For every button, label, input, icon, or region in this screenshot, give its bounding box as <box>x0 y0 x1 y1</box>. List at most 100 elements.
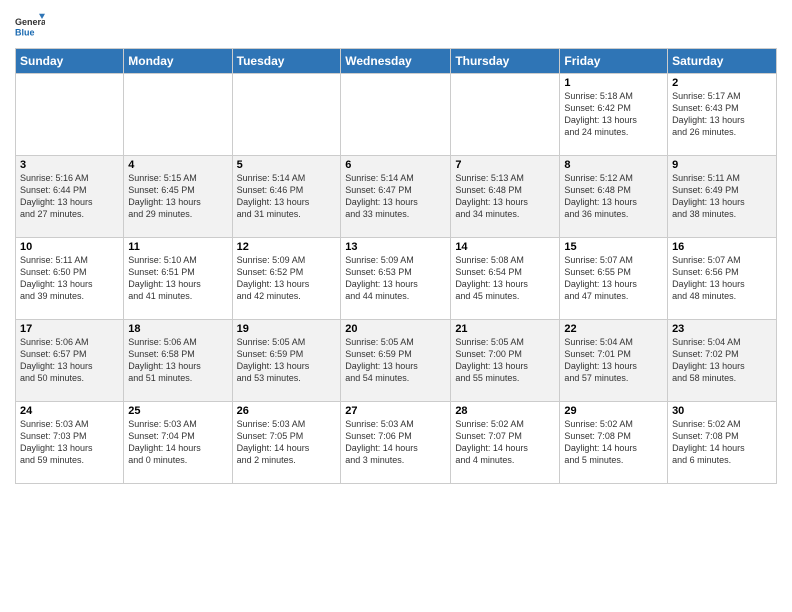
weekday-row: SundayMondayTuesdayWednesdayThursdayFrid… <box>16 49 777 74</box>
calendar-cell: 25Sunrise: 5:03 AM Sunset: 7:04 PM Dayli… <box>124 402 232 484</box>
calendar-cell: 4Sunrise: 5:15 AM Sunset: 6:45 PM Daylig… <box>124 156 232 238</box>
day-info: Sunrise: 5:03 AM Sunset: 7:06 PM Dayligh… <box>345 418 446 467</box>
day-number: 20 <box>345 323 446 335</box>
calendar-cell: 6Sunrise: 5:14 AM Sunset: 6:47 PM Daylig… <box>341 156 451 238</box>
day-number: 26 <box>237 405 337 417</box>
calendar-cell: 24Sunrise: 5:03 AM Sunset: 7:03 PM Dayli… <box>16 402 124 484</box>
calendar-cell: 30Sunrise: 5:02 AM Sunset: 7:08 PM Dayli… <box>668 402 777 484</box>
day-info: Sunrise: 5:18 AM Sunset: 6:42 PM Dayligh… <box>564 90 663 139</box>
day-info: Sunrise: 5:05 AM Sunset: 7:00 PM Dayligh… <box>455 336 555 385</box>
day-info: Sunrise: 5:02 AM Sunset: 7:08 PM Dayligh… <box>672 418 772 467</box>
day-number: 15 <box>564 241 663 253</box>
day-number: 11 <box>128 241 227 253</box>
calendar-cell: 15Sunrise: 5:07 AM Sunset: 6:55 PM Dayli… <box>560 238 668 320</box>
day-number: 25 <box>128 405 227 417</box>
calendar-cell <box>16 74 124 156</box>
calendar-cell: 20Sunrise: 5:05 AM Sunset: 6:59 PM Dayli… <box>341 320 451 402</box>
day-info: Sunrise: 5:07 AM Sunset: 6:56 PM Dayligh… <box>672 254 772 303</box>
calendar-cell: 2Sunrise: 5:17 AM Sunset: 6:43 PM Daylig… <box>668 74 777 156</box>
logo: General Blue <box>15 10 49 40</box>
day-number: 13 <box>345 241 446 253</box>
calendar-cell: 10Sunrise: 5:11 AM Sunset: 6:50 PM Dayli… <box>16 238 124 320</box>
calendar-cell <box>451 74 560 156</box>
calendar-cell: 22Sunrise: 5:04 AM Sunset: 7:01 PM Dayli… <box>560 320 668 402</box>
day-info: Sunrise: 5:04 AM Sunset: 7:02 PM Dayligh… <box>672 336 772 385</box>
day-info: Sunrise: 5:10 AM Sunset: 6:51 PM Dayligh… <box>128 254 227 303</box>
day-info: Sunrise: 5:11 AM Sunset: 6:50 PM Dayligh… <box>20 254 119 303</box>
day-info: Sunrise: 5:05 AM Sunset: 6:59 PM Dayligh… <box>345 336 446 385</box>
day-info: Sunrise: 5:09 AM Sunset: 6:53 PM Dayligh… <box>345 254 446 303</box>
calendar-cell: 18Sunrise: 5:06 AM Sunset: 6:58 PM Dayli… <box>124 320 232 402</box>
day-number: 10 <box>20 241 119 253</box>
calendar-cell: 1Sunrise: 5:18 AM Sunset: 6:42 PM Daylig… <box>560 74 668 156</box>
weekday-header: Thursday <box>451 49 560 74</box>
day-number: 6 <box>345 159 446 171</box>
weekday-header: Tuesday <box>232 49 341 74</box>
weekday-header: Friday <box>560 49 668 74</box>
day-info: Sunrise: 5:03 AM Sunset: 7:04 PM Dayligh… <box>128 418 227 467</box>
calendar-cell: 21Sunrise: 5:05 AM Sunset: 7:00 PM Dayli… <box>451 320 560 402</box>
day-info: Sunrise: 5:17 AM Sunset: 6:43 PM Dayligh… <box>672 90 772 139</box>
calendar-cell <box>232 74 341 156</box>
day-number: 2 <box>672 77 772 89</box>
day-number: 17 <box>20 323 119 335</box>
calendar-cell: 8Sunrise: 5:12 AM Sunset: 6:48 PM Daylig… <box>560 156 668 238</box>
day-number: 9 <box>672 159 772 171</box>
day-number: 23 <box>672 323 772 335</box>
calendar-cell: 19Sunrise: 5:05 AM Sunset: 6:59 PM Dayli… <box>232 320 341 402</box>
day-number: 4 <box>128 159 227 171</box>
day-info: Sunrise: 5:08 AM Sunset: 6:54 PM Dayligh… <box>455 254 555 303</box>
day-info: Sunrise: 5:02 AM Sunset: 7:07 PM Dayligh… <box>455 418 555 467</box>
day-info: Sunrise: 5:14 AM Sunset: 6:46 PM Dayligh… <box>237 172 337 221</box>
calendar-cell <box>124 74 232 156</box>
day-info: Sunrise: 5:13 AM Sunset: 6:48 PM Dayligh… <box>455 172 555 221</box>
day-number: 3 <box>20 159 119 171</box>
day-info: Sunrise: 5:03 AM Sunset: 7:05 PM Dayligh… <box>237 418 337 467</box>
svg-text:General: General <box>15 17 45 27</box>
week-row: 24Sunrise: 5:03 AM Sunset: 7:03 PM Dayli… <box>16 402 777 484</box>
day-number: 27 <box>345 405 446 417</box>
calendar-cell: 5Sunrise: 5:14 AM Sunset: 6:46 PM Daylig… <box>232 156 341 238</box>
week-row: 3Sunrise: 5:16 AM Sunset: 6:44 PM Daylig… <box>16 156 777 238</box>
calendar-cell: 17Sunrise: 5:06 AM Sunset: 6:57 PM Dayli… <box>16 320 124 402</box>
day-info: Sunrise: 5:09 AM Sunset: 6:52 PM Dayligh… <box>237 254 337 303</box>
calendar-cell: 26Sunrise: 5:03 AM Sunset: 7:05 PM Dayli… <box>232 402 341 484</box>
day-number: 5 <box>237 159 337 171</box>
calendar-cell: 7Sunrise: 5:13 AM Sunset: 6:48 PM Daylig… <box>451 156 560 238</box>
calendar-cell: 23Sunrise: 5:04 AM Sunset: 7:02 PM Dayli… <box>668 320 777 402</box>
week-row: 17Sunrise: 5:06 AM Sunset: 6:57 PM Dayli… <box>16 320 777 402</box>
weekday-header: Wednesday <box>341 49 451 74</box>
week-row: 10Sunrise: 5:11 AM Sunset: 6:50 PM Dayli… <box>16 238 777 320</box>
calendar-body: 1Sunrise: 5:18 AM Sunset: 6:42 PM Daylig… <box>16 74 777 484</box>
day-number: 18 <box>128 323 227 335</box>
day-number: 8 <box>564 159 663 171</box>
day-number: 19 <box>237 323 337 335</box>
calendar-cell: 9Sunrise: 5:11 AM Sunset: 6:49 PM Daylig… <box>668 156 777 238</box>
day-number: 30 <box>672 405 772 417</box>
day-number: 24 <box>20 405 119 417</box>
weekday-header: Saturday <box>668 49 777 74</box>
calendar-cell: 29Sunrise: 5:02 AM Sunset: 7:08 PM Dayli… <box>560 402 668 484</box>
calendar-cell: 13Sunrise: 5:09 AM Sunset: 6:53 PM Dayli… <box>341 238 451 320</box>
day-info: Sunrise: 5:16 AM Sunset: 6:44 PM Dayligh… <box>20 172 119 221</box>
day-number: 12 <box>237 241 337 253</box>
logo-icon: General Blue <box>15 10 45 40</box>
day-info: Sunrise: 5:03 AM Sunset: 7:03 PM Dayligh… <box>20 418 119 467</box>
day-number: 1 <box>564 77 663 89</box>
day-info: Sunrise: 5:15 AM Sunset: 6:45 PM Dayligh… <box>128 172 227 221</box>
header: General Blue <box>15 10 777 40</box>
day-number: 14 <box>455 241 555 253</box>
calendar-cell: 28Sunrise: 5:02 AM Sunset: 7:07 PM Dayli… <box>451 402 560 484</box>
calendar-cell: 3Sunrise: 5:16 AM Sunset: 6:44 PM Daylig… <box>16 156 124 238</box>
day-number: 21 <box>455 323 555 335</box>
day-info: Sunrise: 5:14 AM Sunset: 6:47 PM Dayligh… <box>345 172 446 221</box>
calendar: SundayMondayTuesdayWednesdayThursdayFrid… <box>15 48 777 484</box>
calendar-header: SundayMondayTuesdayWednesdayThursdayFrid… <box>16 49 777 74</box>
calendar-cell: 12Sunrise: 5:09 AM Sunset: 6:52 PM Dayli… <box>232 238 341 320</box>
day-info: Sunrise: 5:12 AM Sunset: 6:48 PM Dayligh… <box>564 172 663 221</box>
day-info: Sunrise: 5:05 AM Sunset: 6:59 PM Dayligh… <box>237 336 337 385</box>
calendar-cell: 14Sunrise: 5:08 AM Sunset: 6:54 PM Dayli… <box>451 238 560 320</box>
day-info: Sunrise: 5:07 AM Sunset: 6:55 PM Dayligh… <box>564 254 663 303</box>
calendar-cell: 27Sunrise: 5:03 AM Sunset: 7:06 PM Dayli… <box>341 402 451 484</box>
day-info: Sunrise: 5:11 AM Sunset: 6:49 PM Dayligh… <box>672 172 772 221</box>
